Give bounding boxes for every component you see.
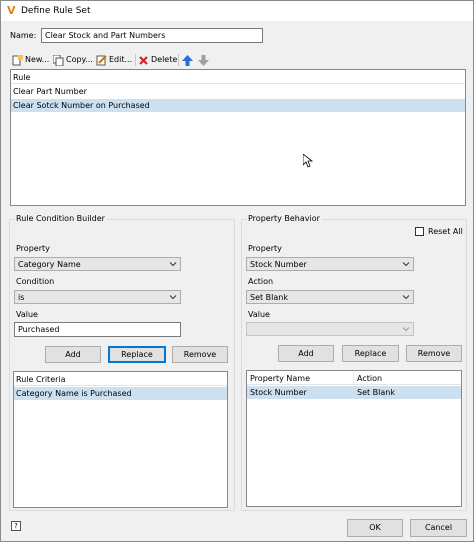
mouse-cursor-icon	[303, 154, 313, 168]
property-behavior-header: Property Name Action	[247, 372, 461, 385]
condition-replace-button[interactable]: Replace	[108, 346, 166, 363]
arrow-up-icon	[182, 55, 193, 66]
reset-all-label: Reset All	[428, 227, 463, 236]
behavior-value-select	[246, 322, 414, 336]
rule-toolbar: New... Copy... Edit... Delete	[10, 52, 466, 68]
edit-icon	[96, 55, 107, 66]
condition-add-button[interactable]: Add	[45, 346, 101, 363]
property-behavior-list[interactable]: Property Name Action Stock Number Set Bl…	[246, 370, 462, 507]
copy-icon	[53, 55, 64, 66]
copy-button[interactable]: Copy...	[53, 52, 93, 68]
chevron-down-icon	[169, 262, 177, 267]
move-up-button[interactable]	[182, 52, 194, 68]
property-name-cell: Stock Number	[250, 388, 307, 397]
condition-value-input[interactable]: Purchased	[14, 322, 181, 337]
action-label: Action	[248, 277, 274, 286]
chevron-down-icon	[402, 327, 410, 332]
rule-list-item[interactable]: Clear Part Number	[11, 85, 465, 98]
rule-criteria-list[interactable]: Rule Criteria Category Name is Purchased	[13, 371, 228, 508]
move-down-button[interactable]	[198, 52, 210, 68]
delete-button[interactable]: Delete	[138, 52, 177, 68]
column-header-property-name[interactable]: Property Name	[250, 372, 310, 385]
name-input[interactable]: Clear Stock and Part Numbers	[41, 28, 263, 43]
reset-all-checkbox[interactable]	[415, 227, 424, 236]
rule-list-item-selected[interactable]: Clear Sotck Number on Purchased	[11, 99, 465, 112]
action-cell: Set Blank	[357, 388, 395, 397]
condition-property-label: Property	[16, 244, 50, 253]
rule-list[interactable]: Rule Clear Part Number Clear Sotck Numbe…	[10, 69, 466, 206]
condition-remove-button[interactable]: Remove	[172, 346, 228, 363]
action-select[interactable]: Set Blank	[246, 290, 414, 304]
edit-button[interactable]: Edit...	[96, 52, 134, 68]
chevron-down-icon	[402, 295, 410, 300]
rule-criteria-item-selected[interactable]: Category Name is Purchased	[14, 387, 227, 400]
behavior-property-select[interactable]: Stock Number	[246, 257, 414, 271]
property-behavior-title: Property Behavior	[246, 214, 322, 223]
behavior-remove-button[interactable]: Remove	[406, 345, 462, 362]
toolbar-separator	[178, 54, 179, 66]
behavior-property-label: Property	[248, 244, 282, 253]
cancel-button[interactable]: Cancel	[410, 519, 467, 537]
name-label: Name:	[10, 31, 37, 40]
behavior-value-label: Value	[248, 310, 270, 319]
rule-criteria-header: Rule Criteria	[14, 373, 227, 386]
condition-value-label: Value	[16, 310, 38, 319]
arrow-down-icon	[198, 55, 209, 66]
new-icon	[12, 55, 23, 66]
condition-label: Condition	[16, 277, 55, 286]
chevron-down-icon	[402, 262, 410, 267]
condition-property-select[interactable]: Category Name	[14, 257, 181, 271]
behavior-add-button[interactable]: Add	[278, 345, 334, 362]
condition-select[interactable]: is	[14, 290, 181, 304]
app-logo-icon: V	[7, 4, 16, 17]
rule-condition-builder-title: Rule Condition Builder	[14, 214, 107, 223]
delete-icon	[139, 56, 148, 65]
window-title: Define Rule Set	[21, 6, 91, 16]
toolbar-separator	[135, 54, 136, 66]
title-bar: V Define Rule Set	[1, 1, 473, 21]
column-header-action[interactable]: Action	[357, 372, 382, 385]
behavior-replace-button[interactable]: Replace	[342, 345, 399, 362]
ok-button[interactable]: OK	[347, 519, 403, 537]
chevron-down-icon	[169, 295, 177, 300]
rule-list-header: Rule	[11, 71, 465, 84]
new-button[interactable]: New...	[12, 52, 50, 68]
property-behavior-row-selected[interactable]: Stock Number Set Blank	[247, 386, 461, 399]
define-rule-set-dialog: V Define Rule Set Name: Clear Stock and …	[0, 0, 474, 542]
help-button[interactable]: ?	[11, 521, 21, 531]
column-divider[interactable]	[353, 372, 354, 385]
